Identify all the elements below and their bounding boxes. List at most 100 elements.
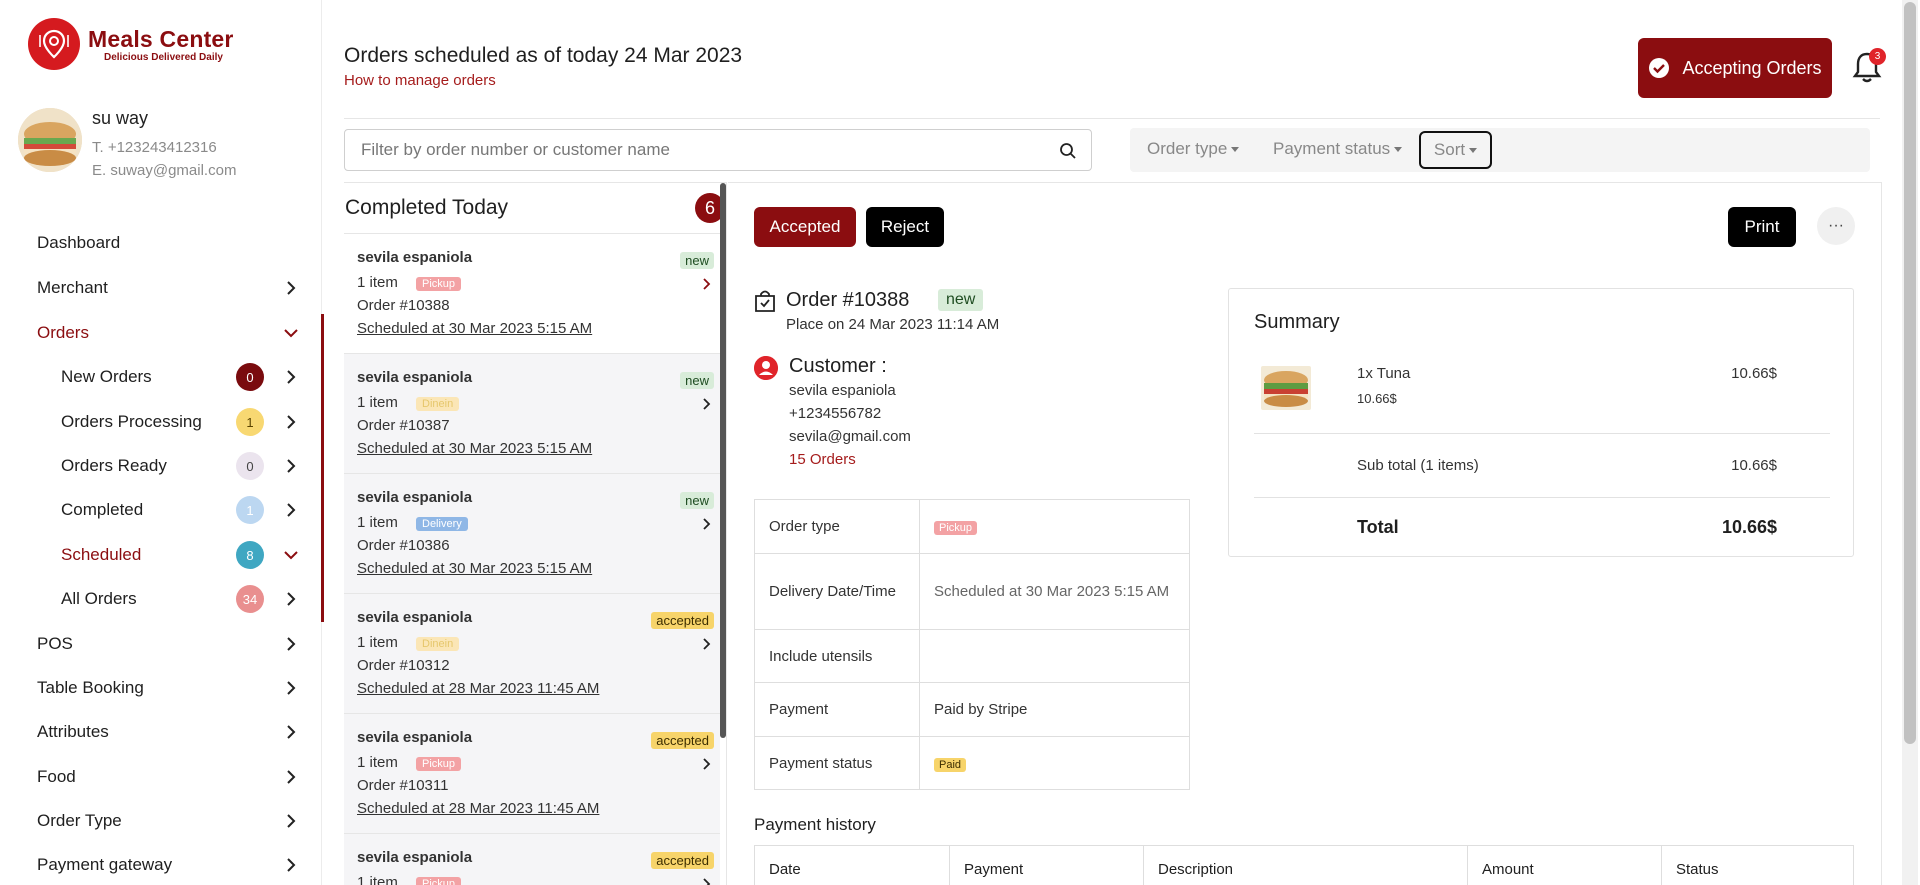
summary-item-unit-price: 10.66$ [1357,391,1397,406]
brand-logo[interactable]: Meals Center Delicious Delivered Daily [28,18,234,70]
status-badge: new [680,372,714,389]
status-badge: accepted [651,612,714,629]
order-card[interactable]: sevila espaniola 1 item Pickup Order #10… [344,233,720,353]
search-icon[interactable] [1059,142,1077,160]
chevron-down-icon [284,329,298,338]
chevron-right-icon [287,281,296,295]
table-row: Include utensils [754,629,1190,683]
scheduled-time: Scheduled at 30 Mar 2023 5:15 AM [357,440,593,457]
sidebar-item-order-type[interactable]: Order Type [0,799,322,843]
chevron-right-icon [703,518,711,530]
sidebar-item-label: Payment gateway [37,855,173,874]
chevron-right-icon [287,370,296,384]
customer-name: sevila espaniola [357,609,473,626]
sidebar-item-orders[interactable]: Orders [0,311,322,355]
sidebar-item-label: All Orders [61,589,137,608]
column-header: Description [1143,845,1468,885]
order-card[interactable]: sevila espaniola 1 item Pickup accepted [344,833,720,885]
info-key: Delivery Date/Time [754,553,920,630]
sidebar-item-payment-gateway[interactable]: Payment gateway [0,843,322,885]
scheduled-time: Scheduled at 28 Mar 2023 11:45 AM [357,800,600,817]
order-card[interactable]: sevila espaniola 1 item Dinein Order #10… [344,593,720,713]
user-icon [754,356,778,380]
sidebar-item-food[interactable]: Food [0,755,322,799]
scheduled-time: Scheduled at 30 Mar 2023 5:15 AM [357,320,593,337]
count-badge: 0 [236,452,264,480]
table-row: Payment Paid by Stripe [754,682,1190,737]
accepted-button[interactable]: Accepted [754,207,856,247]
list-scrollbar[interactable] [720,183,726,738]
sidebar-item-pos[interactable]: POS [0,622,322,666]
chevron-down-icon [284,551,298,560]
scheduled-time: Scheduled at 30 Mar 2023 5:15 AM [357,560,593,577]
help-link[interactable]: How to manage orders [344,72,496,89]
payment-status-label: Payment status [1273,139,1391,158]
sidebar-item-table-booking[interactable]: Table Booking [0,666,322,710]
sidebar-item-label: Orders Processing [61,412,202,431]
profile-email: E. suway@gmail.com [92,162,237,179]
order-number: Order #10386 [357,537,450,554]
customer-name: sevila espaniola [357,729,473,746]
chevron-right-icon [287,770,296,784]
scheduled-time: Scheduled at 28 Mar 2023 11:45 AM [357,680,600,697]
chevron-right-icon [703,398,711,410]
column-header: Date [754,845,950,885]
sidebar-item-dashboard[interactable]: Dashboard [0,221,322,265]
item-count: 1 item [357,394,398,411]
info-value: Scheduled at 30 Mar 2023 5:15 AM [919,553,1190,630]
order-card[interactable]: sevila espaniola 1 item Pickup Order #10… [344,713,720,833]
order-summary-card: Summary 1x Tuna 10.66$ 10.66$ Sub total … [1228,288,1854,557]
order-type-dropdown[interactable]: Order type [1147,139,1240,159]
sidebar-item-new-orders[interactable]: New Orders 0 [0,355,322,399]
item-count: 1 item [357,634,398,651]
customer-orders-link[interactable]: 15 Orders [789,451,856,468]
payment-status-pill: Paid [934,757,967,772]
active-section-rail [321,314,324,622]
count-badge: 34 [236,585,264,613]
sort-dropdown[interactable]: Sort [1419,131,1492,169]
info-key: Payment [754,682,920,737]
info-key: Order type [754,499,920,554]
sidebar-item-attributes[interactable]: Attributes [0,710,322,754]
status-badge: accepted [651,852,714,869]
payment-status-dropdown[interactable]: Payment status [1273,139,1403,159]
check-circle-icon [1649,58,1670,78]
sidebar-item-orders-processing[interactable]: Orders Processing 1 [0,400,322,444]
sidebar-item-all-orders[interactable]: All Orders 34 [0,577,322,621]
count-badge: 1 [236,496,264,524]
sidebar-item-completed[interactable]: Completed 1 [0,488,322,532]
sidebar-item-label: Attributes [37,722,109,741]
page-scrollbar-thumb[interactable] [1904,2,1916,744]
summary-title: Summary [1254,311,1340,333]
more-options-button[interactable]: ··· [1817,207,1855,245]
info-value: Paid [919,736,1190,790]
sidebar-item-merchant[interactable]: Merchant [0,266,322,310]
shopping-bag-icon [755,290,775,312]
order-list-title: Completed Today [345,196,509,219]
reject-button[interactable]: Reject [866,207,944,247]
status-badge: accepted [651,732,714,749]
order-type-label: Order type [1147,139,1228,158]
brand-tagline: Delicious Delivered Daily [104,51,223,63]
info-key: Payment status [754,736,920,790]
order-card[interactable]: sevila espaniola 1 item Delivery Order #… [344,473,720,593]
print-button[interactable]: Print [1728,207,1796,247]
search-input[interactable] [361,130,1041,170]
chevron-right-icon [287,459,296,473]
subtotal-value: 10.66$ [1731,457,1777,474]
order-number: Order #10312 [357,657,450,674]
sidebar-item-label: Table Booking [37,678,144,697]
sidebar-item-scheduled[interactable]: Scheduled 8 [0,533,322,577]
order-type-pill: Pickup [934,521,978,535]
status-badge: new [680,252,714,269]
subtotal-label: Sub total (1 items) [1357,457,1479,474]
chevron-right-icon [287,415,296,429]
sidebar: Meals Center Delicious Delivered Daily s… [0,0,322,885]
accepting-orders-button[interactable]: Accepting Orders [1638,38,1832,98]
order-card[interactable]: sevila espaniola 1 item Dinein Order #10… [344,353,720,473]
info-key: Include utensils [754,629,920,683]
item-count: 1 item [357,274,398,291]
caret-down-icon [1469,147,1478,153]
sidebar-item-label: Orders [37,323,89,342]
sidebar-item-orders-ready[interactable]: Orders Ready 0 [0,444,322,488]
